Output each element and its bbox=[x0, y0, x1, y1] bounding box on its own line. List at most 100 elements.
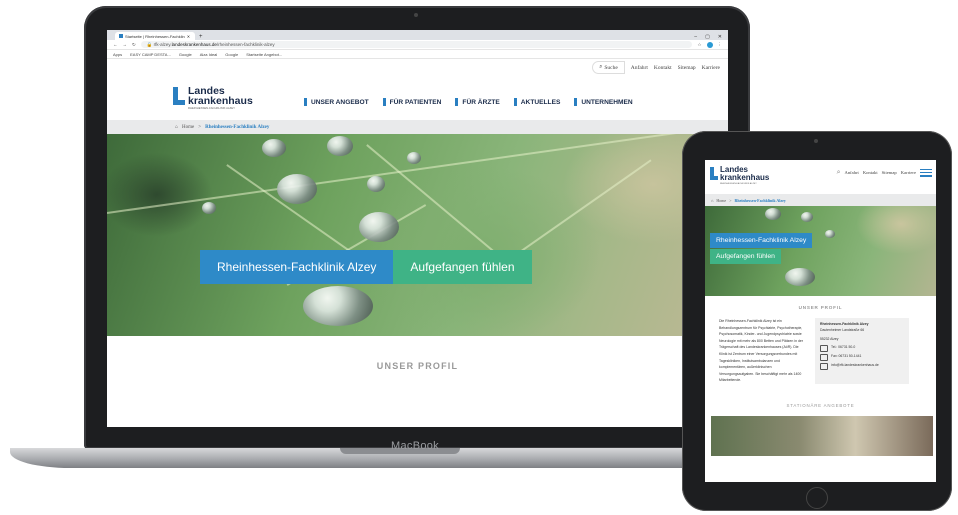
tablet-home-icon[interactable]: ⌂ bbox=[711, 198, 713, 203]
section-title-profil: UNSER PROFIL bbox=[376, 361, 459, 371]
nav-unser-angebot[interactable]: UNSER ANGEBOT bbox=[304, 98, 369, 106]
logo-subtitle: RHEINHESSEN-FACHKLINIK ALZEY bbox=[188, 106, 235, 110]
new-tab-icon[interactable]: + bbox=[199, 34, 203, 40]
device-mockup: MacBook Startseite | Rheinhessen-Fachkli… bbox=[0, 0, 958, 515]
contact-city: 55232 Alzey bbox=[820, 337, 839, 341]
profile-paragraph: Die Rheinhessen-Fachklinik Alzey ist ein… bbox=[719, 319, 804, 383]
browser-address-bar: ← → ↻ 🔒 rfk-alzey. landeskrankenhaus.de … bbox=[107, 40, 728, 50]
tablet-breadcrumb: ⌂ Home > Rheinhessen-Fachklinik Alzey bbox=[705, 194, 936, 206]
hero-buttons: Rheinhessen-Fachklinik Alzey Aufgefangen… bbox=[200, 250, 532, 284]
bookmark-item[interactable]: Apps bbox=[113, 52, 122, 57]
hero-image: Rheinhessen-Fachklinik Alzey Aufgefangen… bbox=[107, 134, 728, 336]
menu-icon[interactable]: ⋮ bbox=[718, 42, 723, 48]
tablet-section-title-profil: UNSER PROFIL bbox=[798, 304, 843, 310]
fax-icon bbox=[820, 353, 828, 361]
site-header: Landes krankenhaus RHEINHESSEN-FACHKLINI… bbox=[107, 76, 728, 120]
site-search-button[interactable]: ⌕ Suche bbox=[592, 61, 625, 74]
tablet-search-icon[interactable]: ⌕ bbox=[837, 168, 841, 177]
logo-mark-icon bbox=[173, 87, 185, 105]
top-link-anfahrt[interactable]: Anfahrt bbox=[631, 65, 648, 71]
forward-icon[interactable]: → bbox=[123, 42, 128, 47]
contact-email[interactable]: info@rfk.landeskrankenhaus.de bbox=[831, 363, 879, 369]
top-link-karriere[interactable]: Karriere bbox=[702, 65, 720, 71]
tablet-breadcrumb-separator: > bbox=[729, 197, 732, 203]
nav-aktuelles[interactable]: AKTUELLES bbox=[513, 98, 560, 106]
hero-button-clinic[interactable]: Rheinhessen-Fachklinik Alzey bbox=[200, 250, 394, 284]
nav-fuer-aerzte[interactable]: FÜR ÄRZTE bbox=[455, 98, 500, 106]
water-drop bbox=[327, 136, 353, 156]
breadcrumb-home[interactable]: Home bbox=[182, 125, 194, 130]
minimize-icon[interactable]: – bbox=[694, 34, 697, 40]
browser-tab-title: Startseite | Rheinhessen-Fachklin bbox=[125, 33, 185, 39]
top-link-sitemap[interactable]: Sitemap bbox=[678, 65, 696, 71]
tablet-logo-subtitle: RHEINHESSEN-FACHKLINIK ALZEY bbox=[720, 183, 757, 185]
tablet-section-title-stationaer: STATIONÄRE ANGEBOTE bbox=[786, 402, 855, 408]
close-window-icon[interactable]: ✕ bbox=[718, 34, 722, 40]
breadcrumb: ⌂ Home > Rheinhessen-Fachklinik Alzey bbox=[107, 120, 728, 134]
search-icon: ⌕ bbox=[599, 64, 603, 70]
bookmark-item[interactable]: Startseite Angebot... bbox=[246, 52, 282, 57]
nav-fuer-patienten[interactable]: FÜR PATIENTEN bbox=[382, 98, 441, 106]
tab-close-icon[interactable]: ✕ bbox=[187, 34, 190, 39]
reload-icon[interactable]: ↻ bbox=[132, 42, 136, 48]
tablet-logo[interactable]: Landes krankenhaus RHEINHESSEN-FACHKLINI… bbox=[710, 166, 769, 186]
tablet-header: Landes krankenhaus RHEINHESSEN-FACHKLINI… bbox=[705, 160, 936, 194]
breadcrumb-separator: > bbox=[198, 124, 202, 130]
contact-street: Dautenheimer Landstraße 66 bbox=[820, 327, 865, 332]
profile-icon[interactable] bbox=[706, 41, 713, 48]
tablet-hero-image: Rheinhessen-Fachklinik Alzey Aufgefangen… bbox=[705, 206, 936, 296]
url-field[interactable]: 🔒 rfk-alzey. landeskrankenhaus.de /rhein… bbox=[140, 41, 693, 48]
window-controls: – ▢ ✕ bbox=[694, 34, 728, 40]
contact-phone[interactable]: Tel.: 06731 50-0 bbox=[831, 345, 855, 351]
home-icon[interactable]: ⌂ bbox=[175, 125, 178, 130]
nav-unternehmen[interactable]: UNTERNEHMEN bbox=[574, 98, 633, 106]
url-prefix: rfk-alzey. bbox=[153, 42, 172, 47]
tablet-hero-button-clinic[interactable]: Rheinhessen-Fachklinik Alzey bbox=[710, 233, 813, 248]
contact-card: Rheinhessen-Fachklinik Alzey Dautenheime… bbox=[815, 318, 909, 384]
top-link-kontakt[interactable]: Kontakt bbox=[654, 65, 672, 71]
water-drop bbox=[359, 212, 399, 242]
tablet-logo-mark-icon bbox=[710, 167, 718, 180]
laptop-screen: Startseite | Rheinhessen-Fachklin ✕ + – … bbox=[107, 30, 728, 427]
maximize-icon[interactable]: ▢ bbox=[705, 34, 710, 40]
tablet-camera bbox=[814, 139, 818, 143]
breadcrumb-current: Rheinhessen-Fachklinik Alzey bbox=[205, 124, 270, 130]
hero-button-aufgefangen[interactable]: Aufgefangen fühlen bbox=[393, 250, 532, 284]
tablet-link-kontakt[interactable]: Kontakt bbox=[863, 170, 878, 175]
tablet-link-sitemap[interactable]: Sitemap bbox=[882, 170, 897, 175]
water-drop bbox=[765, 208, 781, 220]
tablet-profile-body: Die Rheinhessen-Fachklinik Alzey ist ein… bbox=[705, 318, 936, 384]
logo-line2: krankenhaus bbox=[188, 95, 253, 107]
bookmark-item[interactable]: EASY CAMP DESTA... bbox=[130, 52, 171, 57]
browser-tabbar: Startseite | Rheinhessen-Fachklin ✕ + – … bbox=[107, 30, 728, 40]
tablet-link-karriere[interactable]: Karriere bbox=[901, 170, 916, 175]
water-drop bbox=[367, 176, 385, 192]
star-icon[interactable]: ☆ bbox=[697, 42, 701, 48]
bookmarks-bar: Apps EASY CAMP DESTA... Google Alza Idea… bbox=[107, 50, 728, 59]
bookmark-item[interactable]: Alza Ideal bbox=[200, 52, 218, 57]
back-icon[interactable]: ← bbox=[113, 42, 118, 47]
site-logo[interactable]: Landes krankenhaus RHEINHESSEN-FACHKLINI… bbox=[173, 86, 253, 110]
bookmark-item[interactable]: Google bbox=[225, 52, 238, 57]
water-drop bbox=[202, 202, 216, 214]
url-path: /rheinhessen-fachklinik-alzey bbox=[216, 42, 275, 47]
tablet-hero-button-aufgefangen[interactable]: Aufgefangen fühlen bbox=[710, 249, 781, 264]
tablet-screen: Landes krankenhaus RHEINHESSEN-FACHKLINI… bbox=[705, 160, 936, 482]
tablet-breadcrumb-current: Rheinhessen-Fachklinik Alzey bbox=[734, 197, 786, 203]
hamburger-menu-icon[interactable] bbox=[920, 168, 932, 177]
water-drop bbox=[303, 286, 373, 326]
water-drop bbox=[407, 152, 421, 164]
favicon-icon bbox=[119, 34, 123, 38]
laptop-brand-label: MacBook bbox=[391, 440, 439, 452]
email-icon bbox=[820, 362, 828, 370]
bookmark-item[interactable]: Google bbox=[179, 52, 192, 57]
tablet-top-links: ⌕ Anfahrt Kontakt Sitemap Karriere bbox=[837, 168, 932, 177]
browser-tab[interactable]: Startseite | Rheinhessen-Fachklin ✕ bbox=[115, 32, 195, 40]
laptop-camera bbox=[414, 13, 418, 17]
tablet-breadcrumb-home[interactable]: Home bbox=[716, 198, 726, 203]
tablet-home-button[interactable] bbox=[806, 487, 828, 509]
tablet-link-anfahrt[interactable]: Anfahrt bbox=[845, 170, 859, 175]
contact-fax: Fax: 06731 50-1441 bbox=[831, 354, 862, 359]
stationary-offer-photo bbox=[711, 415, 933, 456]
lock-icon: 🔒 bbox=[146, 41, 154, 47]
